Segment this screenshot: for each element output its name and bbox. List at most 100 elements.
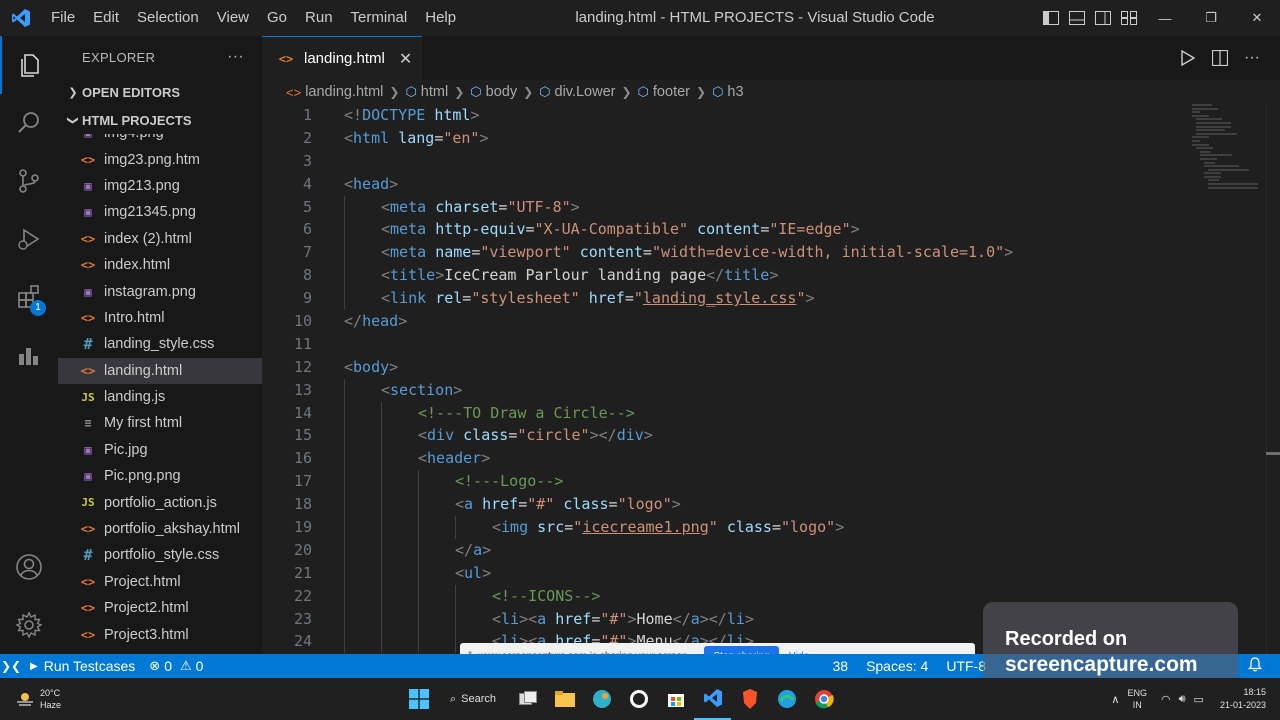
close-window-button[interactable]: ✕ bbox=[1234, 0, 1280, 36]
search-icon[interactable] bbox=[0, 94, 58, 152]
code-text: </head> bbox=[344, 310, 407, 333]
indent-guide bbox=[344, 401, 345, 425]
file-item[interactable]: ▣ img213.png bbox=[58, 173, 262, 199]
taskbar-search[interactable]: ⌕ Search bbox=[437, 684, 509, 714]
image-file-icon: ▣ bbox=[84, 178, 92, 193]
explorer-icon[interactable] bbox=[0, 36, 58, 94]
tray-overflow-icon[interactable]: ∧ bbox=[1111, 693, 1119, 706]
file-item[interactable]: <> index.html bbox=[58, 252, 262, 278]
file-item[interactable]: <> Project2.html bbox=[58, 595, 262, 621]
taskbar-clock[interactable]: 18:15 21-01-2023 bbox=[1220, 686, 1266, 712]
menu-help[interactable]: Help bbox=[416, 0, 465, 36]
file-item[interactable]: ▣ instagram.png bbox=[58, 278, 262, 304]
indentation-setting[interactable]: Spaces: 4 bbox=[866, 658, 928, 674]
extensions-icon[interactable]: 1 bbox=[0, 268, 58, 326]
source-control-icon[interactable] bbox=[0, 152, 58, 210]
explorer-more-icon[interactable]: ··· bbox=[227, 48, 244, 66]
run-file-icon[interactable] bbox=[1172, 36, 1204, 80]
file-item[interactable]: ▣ Pic.png.png bbox=[58, 463, 262, 489]
menu-view[interactable]: View bbox=[208, 0, 258, 36]
weather-condition: Haze bbox=[40, 700, 62, 710]
more-actions-icon[interactable]: ··· bbox=[1236, 36, 1268, 80]
edge-browser-icon[interactable] bbox=[768, 678, 805, 720]
file-item[interactable]: ▣ img21345.png bbox=[58, 199, 262, 225]
wifi-icon[interactable]: ◠ bbox=[1161, 693, 1171, 706]
run-testcases-button[interactable]: ▶ Run Testcases bbox=[30, 654, 135, 678]
extensions-badge: 1 bbox=[30, 300, 46, 316]
indent-guide bbox=[381, 607, 382, 631]
file-item[interactable]: ≡ My first html bbox=[58, 410, 262, 436]
vscode-taskbar-icon[interactable] bbox=[694, 678, 731, 720]
store-icon[interactable] bbox=[657, 678, 694, 720]
code-line: 7 <meta name="viewport" content="width=de… bbox=[262, 241, 1192, 265]
minimize-button[interactable]: — bbox=[1142, 0, 1188, 36]
cursor-column[interactable]: 38 bbox=[832, 658, 848, 674]
file-item[interactable]: # portfolio_style.css bbox=[58, 542, 262, 568]
menu-selection[interactable]: Selection bbox=[128, 0, 208, 36]
breadcrumb-item[interactable]: ⬡ footer bbox=[638, 84, 690, 100]
file-item[interactable]: <> Project3.html bbox=[58, 621, 262, 647]
chrome-browser-icon[interactable] bbox=[805, 678, 842, 720]
breadcrumb-item[interactable]: ⬡ html bbox=[405, 84, 448, 100]
task-view-icon[interactable] bbox=[509, 678, 546, 720]
vertical-scrollbar[interactable] bbox=[1266, 104, 1280, 654]
edge-canary-icon[interactable] bbox=[583, 678, 620, 720]
minimap-line bbox=[1196, 129, 1225, 132]
weather-widget[interactable]: 20°C Haze bbox=[14, 678, 61, 720]
toggle-secondary-sidebar-icon[interactable] bbox=[1090, 0, 1116, 36]
menu-terminal[interactable]: Terminal bbox=[342, 0, 417, 36]
problems-indicator[interactable]: ⊗ 0 ⚠ 0 bbox=[149, 654, 203, 678]
minimap-line bbox=[1200, 150, 1211, 153]
toggle-sidebar-icon[interactable] bbox=[1038, 0, 1064, 36]
notifications-bell-icon[interactable] bbox=[1248, 657, 1262, 675]
tab-close-icon[interactable]: ✕ bbox=[399, 49, 412, 69]
breadcrumb-item[interactable]: ⬡ div.Lower bbox=[539, 84, 615, 100]
accounts-icon[interactable] bbox=[0, 538, 58, 596]
file-item[interactable]: <> portfolio_akshay.html bbox=[58, 516, 262, 542]
volume-icon[interactable]: 🔊︎ bbox=[1179, 693, 1186, 706]
code-token: "logo" bbox=[781, 518, 836, 537]
file-item[interactable]: <> index (2).html bbox=[58, 226, 262, 252]
battery-icon[interactable]: ▭ bbox=[1194, 693, 1204, 706]
file-explorer-icon[interactable] bbox=[546, 678, 583, 720]
menu-file[interactable]: File bbox=[42, 0, 84, 36]
menu-go[interactable]: Go bbox=[258, 0, 296, 36]
minimap[interactable] bbox=[1192, 104, 1262, 224]
menu-edit[interactable]: Edit bbox=[84, 0, 128, 36]
file-item[interactable]: <> img23.png.htm bbox=[58, 146, 262, 172]
editor-actions: ··· bbox=[1172, 36, 1268, 80]
remote-icon[interactable]: ❯❮ bbox=[0, 654, 22, 678]
input-language[interactable]: ENG IN bbox=[1127, 687, 1147, 711]
maximize-button[interactable]: ❐ bbox=[1188, 0, 1234, 36]
settings-gear-icon[interactable] bbox=[0, 596, 58, 654]
breadcrumb-item[interactable]: ⬡ body bbox=[470, 84, 517, 100]
customize-layout-icon[interactable] bbox=[1116, 0, 1142, 36]
code-token: "width=device-width, initial-scale=1.0" bbox=[651, 243, 1005, 262]
file-item[interactable]: # landing_style.css bbox=[58, 331, 262, 357]
menu-run[interactable]: Run bbox=[296, 0, 342, 36]
breadcrumb-item[interactable]: ⬡ h3 bbox=[712, 84, 744, 100]
brave-browser-icon[interactable] bbox=[731, 678, 768, 720]
tab-landing-html[interactable]: <> landing.html ✕ bbox=[262, 36, 422, 80]
file-item[interactable]: <> landing.html bbox=[58, 357, 262, 384]
file-item[interactable]: JS landing.js bbox=[58, 384, 262, 410]
split-editor-icon[interactable] bbox=[1204, 36, 1236, 80]
open-editors-section[interactable]: ❯ OPEN EDITORS bbox=[58, 78, 262, 106]
windows-start-icon[interactable] bbox=[400, 678, 437, 720]
code-text: <html lang="en"> bbox=[344, 127, 489, 150]
file-item[interactable]: ▣ Pic.jpg bbox=[58, 437, 262, 463]
code-token: content bbox=[697, 220, 761, 239]
file-item[interactable]: JS portfolio_action.js bbox=[58, 489, 262, 515]
code-token: src bbox=[537, 518, 565, 537]
breadcrumb-item[interactable]: <> landing.html bbox=[286, 84, 383, 100]
encoding-setting[interactable]: UTF-8 bbox=[946, 658, 986, 674]
run-debug-icon[interactable] bbox=[0, 210, 58, 268]
file-item[interactable]: <> Intro.html bbox=[58, 305, 262, 331]
github-icon[interactable] bbox=[620, 678, 657, 720]
toggle-panel-icon[interactable] bbox=[1064, 0, 1090, 36]
file-name: landing.html bbox=[104, 362, 183, 379]
code-editor[interactable]: 1 <!DOCTYPE html> 2 <html lang="en"> 3 4 <head… bbox=[262, 104, 1280, 654]
testing-chart-icon[interactable] bbox=[0, 326, 58, 384]
project-folder-section[interactable]: ❯ HTML PROJECTS bbox=[58, 106, 262, 134]
file-item[interactable]: <> Project.html bbox=[58, 569, 262, 595]
